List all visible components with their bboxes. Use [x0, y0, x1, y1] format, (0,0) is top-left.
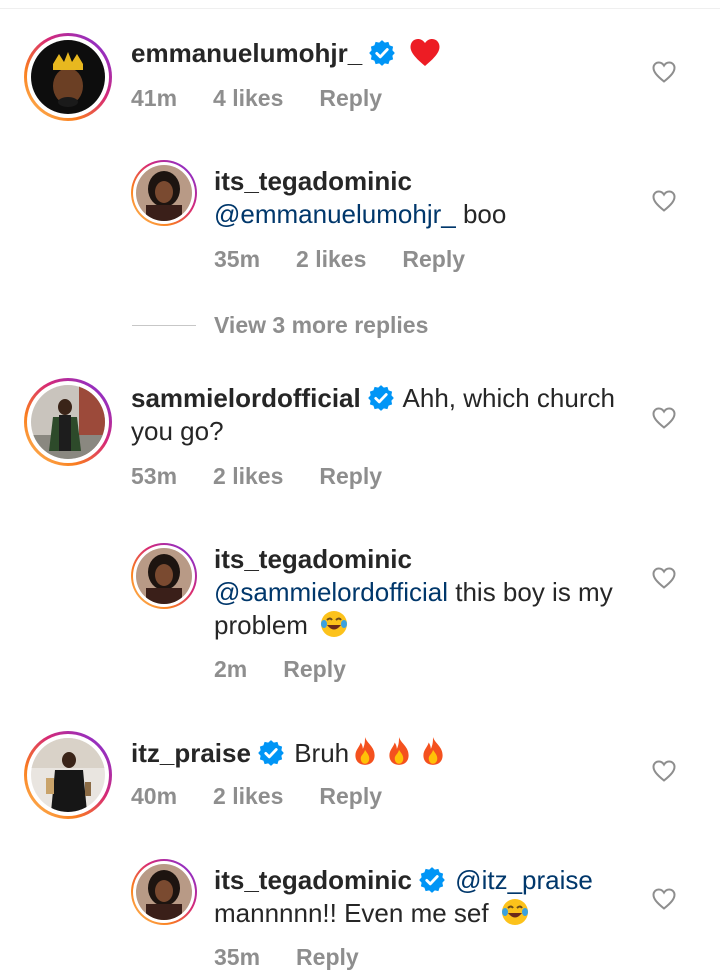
tears-of-joy-emoji-icon: [321, 611, 348, 637]
divider-line: [132, 325, 196, 326]
comment-text: Bruh: [294, 738, 350, 768]
verified-badge-icon: [419, 867, 445, 893]
comment-likes[interactable]: 2 likes: [213, 783, 283, 809]
verified-badge-icon: [367, 385, 394, 411]
heart-outline-icon[interactable]: [652, 888, 676, 910]
comment-likes[interactable]: 4 likes: [213, 85, 283, 111]
comment-username[interactable]: emmanuelumohjr_: [131, 38, 362, 68]
verified-badge-icon: [258, 740, 284, 766]
heart-outline-icon[interactable]: [652, 61, 676, 83]
comment-text: boo: [462, 199, 507, 229]
comment-time: 2m: [214, 656, 248, 682]
fire-emoji-icon: [423, 737, 443, 765]
heart-outline-icon[interactable]: [652, 407, 676, 429]
comment-time: 35m: [214, 944, 261, 970]
avatar[interactable]: [131, 543, 197, 609]
top-divider: [0, 8, 720, 9]
heart-outline-icon[interactable]: [652, 760, 676, 782]
fire-emoji-icon: [355, 737, 375, 765]
avatar[interactable]: [131, 859, 197, 925]
comment-username[interactable]: its_tegadominic: [214, 166, 412, 196]
comment-time: 53m: [131, 463, 178, 489]
red-heart-emoji-icon: [410, 38, 440, 66]
comment-username[interactable]: its_tegadominic: [214, 544, 412, 574]
avatar[interactable]: [24, 378, 112, 466]
comment-meta: 35m 2 likes Reply: [214, 246, 501, 273]
reply-button[interactable]: Reply: [319, 783, 382, 809]
avatar[interactable]: [131, 160, 197, 226]
comment-time: 35m: [214, 246, 261, 272]
tears-of-joy-emoji-icon: [501, 899, 528, 925]
mention-link[interactable]: @itz_praise: [455, 865, 593, 895]
verified-badge-icon: [369, 40, 396, 66]
comment-username[interactable]: its_tegadominic: [214, 865, 412, 895]
comment-username[interactable]: itz_praise: [131, 738, 251, 768]
comment-likes[interactable]: 2 likes: [213, 463, 283, 489]
view-more-label[interactable]: View 3 more replies: [214, 312, 428, 339]
comment-text: mannnnn!! Even me sef: [214, 898, 489, 928]
reply-button[interactable]: Reply: [319, 463, 382, 489]
comment-meta: 53m 2 likes Reply: [131, 463, 418, 490]
comment-meta: 35m Reply: [214, 944, 395, 971]
fire-emoji-icon: [389, 737, 409, 765]
view-more-replies[interactable]: View 3 more replies: [132, 312, 532, 342]
comment-time: 41m: [131, 85, 178, 111]
reply-button[interactable]: Reply: [283, 656, 346, 682]
mention-link[interactable]: @emmanuelumohjr_: [214, 199, 456, 229]
heart-outline-icon[interactable]: [652, 190, 676, 212]
comment-meta: 40m 2 likes Reply: [131, 783, 418, 810]
reply-button[interactable]: Reply: [296, 944, 359, 970]
avatar[interactable]: [24, 33, 112, 121]
heart-outline-icon[interactable]: [652, 567, 676, 589]
avatar[interactable]: [24, 731, 112, 819]
reply-button[interactable]: Reply: [402, 246, 465, 272]
reply-button[interactable]: Reply: [319, 85, 382, 111]
comment-time: 40m: [131, 783, 178, 809]
comment-meta: 2m Reply: [214, 656, 382, 683]
comment-likes[interactable]: 2 likes: [296, 246, 366, 272]
comment-username[interactable]: sammielordofficial: [131, 383, 361, 413]
comment-meta: 41m 4 likes Reply: [131, 85, 418, 112]
mention-link[interactable]: @sammielordofficial: [214, 577, 448, 607]
